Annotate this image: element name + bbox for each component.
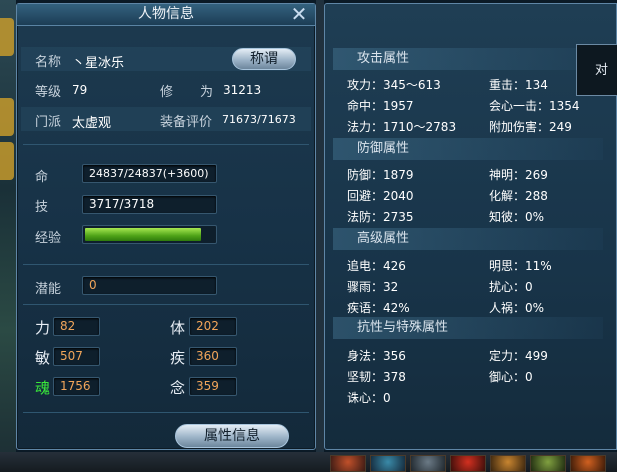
sect-value: 太虚观: [72, 116, 112, 131]
mind-value: 359: [189, 377, 237, 396]
speed-label: 疾: [170, 349, 186, 367]
character-info-panel: 人物信息 ✕ 名称 丶星冰乐 称谓 等级 79 修 为 31213 门派 太虚观…: [16, 3, 316, 450]
soul-label: 魂: [35, 379, 51, 397]
hp-label: 命: [35, 170, 49, 185]
side-tab[interactable]: [0, 98, 14, 136]
divider: [23, 304, 309, 305]
background-left-strip: [0, 0, 16, 472]
stat-dissolve: 化解：288: [489, 189, 548, 203]
agility-label: 敏: [35, 349, 51, 367]
stat-swift-words: 疾语：42%: [347, 301, 410, 315]
resistance-section-header: 抗性与特殊属性: [333, 317, 603, 339]
skill-hotbar: [330, 455, 606, 472]
panel-gap: [316, 0, 324, 472]
speed-value: 360: [189, 347, 237, 366]
attribute-detail-panel: 攻击属性 攻力：345～613 重击：134 命中：1957 会心一击：1354…: [324, 3, 617, 450]
side-tab[interactable]: [0, 18, 14, 56]
divider: [23, 412, 309, 413]
skill-points-field: 3717/3718: [82, 195, 217, 214]
skill-slot-icon[interactable]: [490, 455, 526, 472]
name-label: 名称: [35, 55, 62, 70]
skill-slot-icon[interactable]: [570, 455, 606, 472]
skill-points-label: 技: [35, 200, 49, 215]
stat-crit: 会心一击：1354: [489, 99, 580, 113]
skill-slot-icon[interactable]: [530, 455, 566, 472]
constitution-label: 体: [170, 319, 186, 337]
stat-toughness: 坚韧：378: [347, 370, 406, 384]
divider: [23, 144, 309, 145]
attack-section-header: 攻击属性: [333, 48, 603, 70]
potential-field: 0: [82, 276, 217, 295]
stat-disturb: 扰心：0: [489, 280, 533, 294]
skill-slot-icon[interactable]: [410, 455, 446, 472]
soul-value: 1756: [53, 377, 100, 396]
stat-pursuit: 追电：426: [347, 259, 406, 273]
stat-storm: 骤雨：32: [347, 280, 399, 294]
title-button[interactable]: 称谓: [232, 48, 296, 70]
exp-bar-fill: [85, 228, 202, 241]
agility-value: 507: [53, 347, 100, 366]
stat-clarity: 明思：11%: [489, 259, 552, 273]
advanced-section-header: 高级属性: [333, 228, 603, 250]
stat-extra-damage: 附加伤害：249: [489, 120, 572, 134]
tooltip-popup: 对同: [576, 44, 617, 96]
stat-heavy-hit: 重击：134: [489, 78, 548, 92]
skill-slot-icon[interactable]: [330, 455, 366, 472]
stat-insight: 知彼：0%: [489, 210, 545, 224]
cultivation-value: 31213: [223, 83, 262, 97]
hp-field: 24837/24837(+3600): [82, 164, 217, 183]
gear-score-value: 71673/71673: [222, 113, 296, 126]
stat-dodge: 回避：2040: [347, 189, 414, 203]
stat-body-art: 身法：356: [347, 349, 406, 363]
close-icon[interactable]: ✕: [289, 4, 309, 25]
stat-spirit: 神明：269: [489, 168, 548, 182]
exp-bar: [82, 225, 217, 244]
strength-value: 82: [53, 317, 100, 336]
gear-score-label: 装备评价: [160, 115, 213, 130]
constitution-value: 202: [189, 317, 237, 336]
level-value: 79: [72, 83, 88, 97]
potential-label: 潜能: [35, 282, 62, 297]
stat-focus: 定力：499: [489, 349, 548, 363]
side-tab[interactable]: [0, 142, 14, 180]
window-title: 人物信息: [17, 4, 315, 26]
stat-guard-mind: 御心：0: [489, 370, 533, 384]
stat-punish-mind: 诛心：0: [347, 391, 391, 405]
sect-label: 门派: [35, 115, 62, 130]
character-name: 丶星冰乐: [72, 56, 125, 71]
stat-attack: 攻力：345～613: [347, 78, 441, 92]
skill-slot-icon[interactable]: [450, 455, 486, 472]
divider: [23, 264, 309, 265]
stat-hit: 命中：1957: [347, 99, 414, 113]
cultivation-label: 修: [160, 85, 174, 100]
mind-label: 念: [170, 379, 186, 397]
skill-slot-icon[interactable]: [370, 455, 406, 472]
cultivation-label: 为: [200, 85, 214, 100]
attribute-info-button[interactable]: 属性信息: [175, 424, 289, 448]
stat-human-bane: 人祸：0%: [489, 301, 545, 315]
strength-label: 力: [35, 319, 51, 337]
stat-defense: 防御：1879: [347, 168, 414, 182]
exp-label: 经验: [35, 231, 62, 246]
stat-magic-defense: 法防：2735: [347, 210, 414, 224]
defense-section-header: 防御属性: [333, 138, 603, 160]
stat-magic: 法力：1710～2783: [347, 120, 457, 134]
level-label: 等级: [35, 85, 62, 100]
